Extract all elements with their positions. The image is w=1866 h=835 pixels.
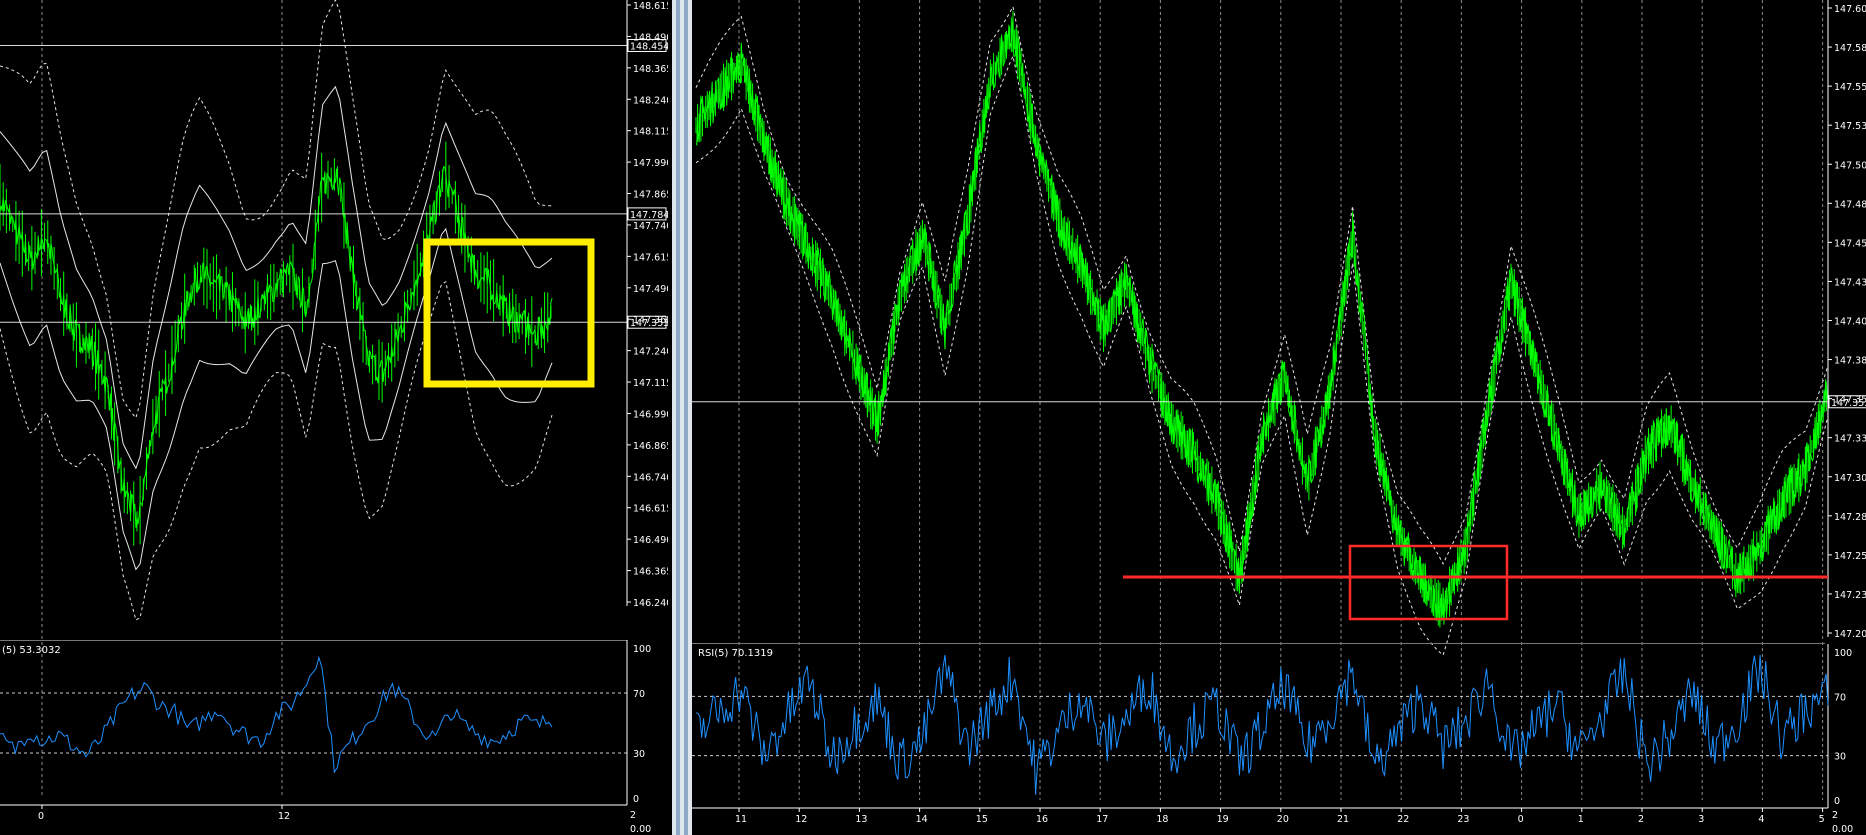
price-tick-label: 147.605: [1834, 4, 1866, 15]
price-tick-label: 147.490: [633, 284, 672, 295]
price-tick-label: 146.240: [633, 598, 672, 609]
rsi-tick-label: 70: [633, 689, 645, 700]
right-axis-extra: 2: [1832, 810, 1838, 821]
rsi-tick-label: 0: [633, 794, 639, 805]
price-tick-label: 147.255: [1834, 551, 1866, 562]
rsi-tick-label: 30: [633, 749, 645, 760]
price-tick-label: 147.280: [1834, 512, 1866, 523]
price-tick-label: 146.365: [633, 567, 672, 578]
price-tick-label: 148.365: [633, 64, 672, 75]
time-tick-label: 20: [1277, 814, 1289, 825]
time-tick-label: 13: [855, 814, 867, 825]
right-panel-divider: [692, 643, 1825, 644]
rsi-tick-label: 100: [633, 644, 651, 655]
price-tick-label: 148.240: [633, 95, 672, 106]
time-tick-label: 21: [1337, 814, 1349, 825]
price-tick-label: 146.865: [633, 441, 672, 452]
time-tick-label: 22: [1397, 814, 1409, 825]
left-axis-gap: [668, 0, 672, 835]
chart-canvas[interactable]: 148.454147.784147.353 148.615148.490148.…: [0, 0, 1866, 835]
price-tick-label: 146.990: [633, 409, 672, 420]
left-axis-extra: 2: [630, 810, 636, 821]
price-tick-label: 147.430: [1834, 277, 1866, 288]
price-tick-label: 147.455: [1834, 238, 1866, 249]
price-tick-label: 147.115: [633, 378, 672, 389]
price-tick-label: 148.115: [633, 127, 672, 138]
time-tick-label: 5: [1819, 814, 1825, 825]
price-tick-label: 146.490: [633, 535, 672, 546]
time-tick-label: 0: [38, 811, 44, 822]
price-tick-label: 147.580: [1834, 43, 1866, 54]
price-tick-label: 147.530: [1834, 121, 1866, 132]
left-panel-divider: [0, 640, 627, 641]
left-axis-extra2: 0.00: [630, 824, 651, 835]
price-tick-label: 147.740: [633, 221, 672, 232]
price-tick-label: 147.380: [1834, 356, 1866, 367]
window-separator-edge-left: [676, 0, 680, 835]
rsi-tick-label: 0: [1834, 796, 1840, 807]
price-tick-label: 147.615: [633, 252, 672, 263]
price-tick-label: 146.615: [633, 504, 672, 515]
time-tick-label: 2: [1638, 814, 1644, 825]
time-tick-label: 3: [1698, 814, 1704, 825]
price-level-label: 147.784: [630, 210, 669, 221]
price-tick-label: 147.365: [633, 315, 672, 326]
price-tick-label: 147.505: [1834, 160, 1866, 171]
price-tick-label: 147.240: [633, 347, 672, 358]
price-tick-label: 147.555: [1834, 82, 1866, 93]
price-tick-label: 147.480: [1834, 199, 1866, 210]
time-tick-label: 17: [1096, 814, 1108, 825]
price-tick-label: 147.205: [1834, 629, 1866, 640]
time-tick-label: 12: [278, 811, 290, 822]
time-tick-label: 14: [916, 814, 928, 825]
price-tick-label: 148.615: [633, 1, 672, 12]
price-tick-label: 147.865: [633, 190, 672, 201]
time-tick-label: 19: [1217, 814, 1229, 825]
price-tick-label: 146.740: [633, 472, 672, 483]
time-tick-label: 11: [735, 814, 747, 825]
rsi-tick-label: 30: [1834, 752, 1846, 763]
time-tick-label: 4: [1758, 814, 1764, 825]
time-tick-label: 15: [976, 814, 988, 825]
price-tick-label: 147.230: [1834, 590, 1866, 601]
right-rsi-label: RSI(5) 70.1319: [698, 648, 773, 659]
price-tick-label: 148.490: [633, 32, 672, 43]
window-separator[interactable]: [672, 0, 692, 835]
time-tick-label: 12: [795, 814, 807, 825]
window-separator-edge-right: [684, 0, 688, 835]
time-tick-label: 0: [1518, 814, 1524, 825]
rsi-tick-label: 100: [1834, 648, 1852, 659]
left-rsi-label: (5) 53.3032: [2, 645, 61, 656]
price-tick-label: 147.305: [1834, 473, 1866, 484]
time-tick-label: 23: [1457, 814, 1469, 825]
rsi-tick-label: 70: [1834, 692, 1846, 703]
time-tick-label: 1: [1578, 814, 1584, 825]
price-tick-label: 147.405: [1834, 317, 1866, 328]
time-tick-label: 16: [1036, 814, 1048, 825]
price-tick-label: 147.990: [633, 158, 672, 169]
right-axis-extra2: 0.00: [1832, 824, 1853, 835]
time-tick-label: 18: [1156, 814, 1168, 825]
price-tick-label: 147.355: [1834, 395, 1866, 406]
price-tick-label: 147.330: [1834, 434, 1866, 445]
